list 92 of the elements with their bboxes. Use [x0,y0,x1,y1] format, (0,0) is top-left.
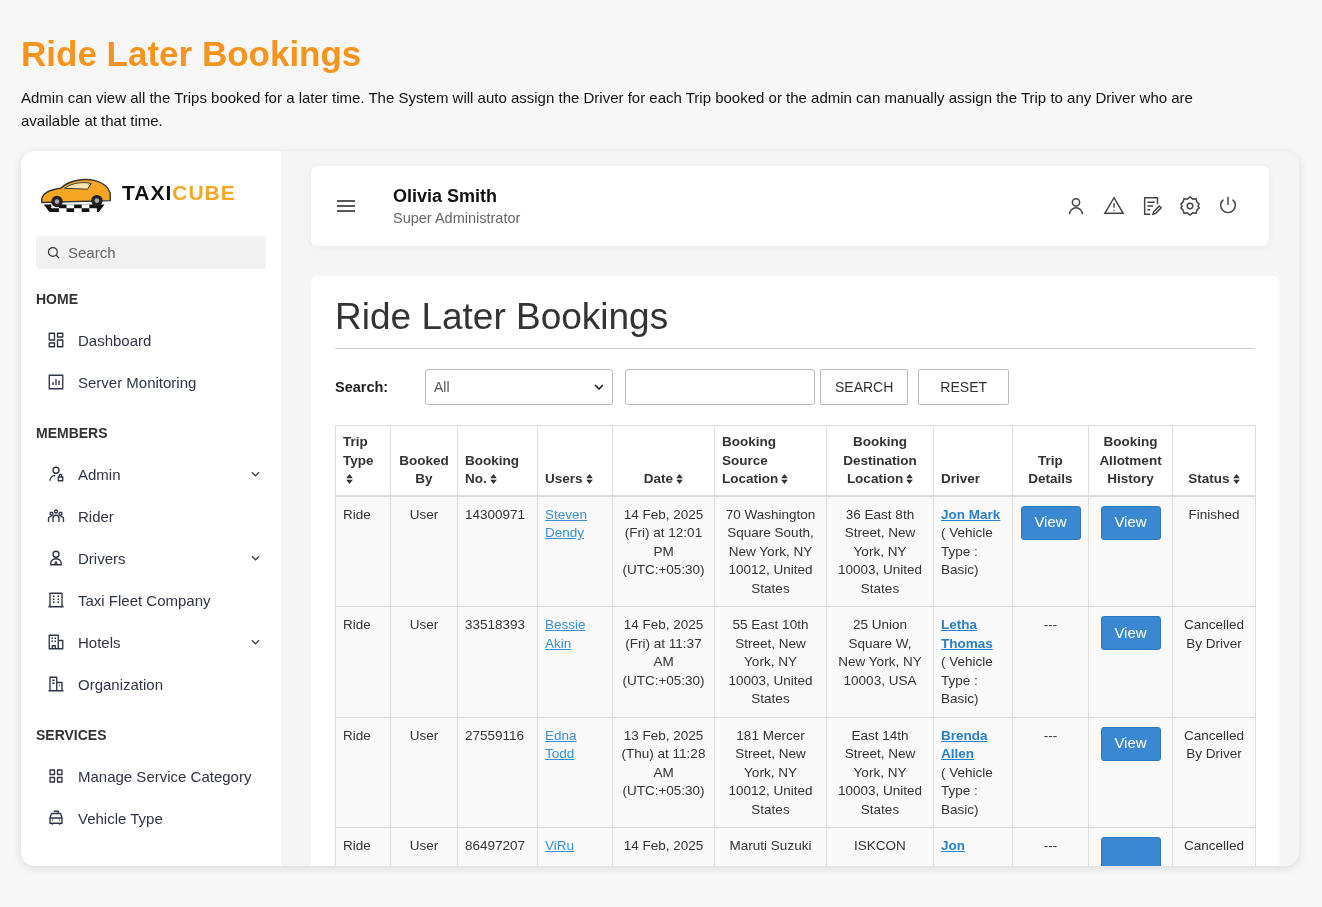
menu-item-icon [47,465,65,483]
section-heading: HOME [36,291,79,307]
nav-item[interactable]: Taxi Fleet Company [36,579,266,621]
table-cell: --- [1043,617,1058,632]
menu-item-icon [47,331,65,349]
user-name: Olivia Smith [393,186,499,207]
view-button[interactable]: View [1100,616,1161,650]
menu-item-icon [47,591,65,609]
table-cell: 181 Mercer Street, New York, NY 10012, United States [728,727,813,817]
menu-item-icon [47,675,65,693]
filter-button[interactable]: SEARCH [820,369,909,405]
menu-item-icon [47,633,65,651]
table-cell: ISKCON [854,838,906,853]
nav-item[interactable]: Dashboard [36,319,266,361]
sort-icon [346,474,353,484]
table-cell: 14 Feb, 2025 (Fri) at 11:37 AM (UTC:+05:30) [622,617,705,688]
table-cell: Ride [343,838,371,853]
table-cell: 13 Feb, 2025 (Thu) at 11:28 AM (UTC:+05:30) [621,727,706,798]
table-cell: Maruti Suzuki [729,838,812,853]
menu-item-icon [47,373,65,391]
status-text: Finished [1188,506,1240,522]
nav-item[interactable]: Admin [36,453,266,495]
driver-link[interactable]: Brenda Allen [941,726,1005,764]
view-button[interactable]: View [1020,505,1081,540]
filter-button[interactable]: RESET [918,369,1010,405]
table-cell: 25 Union Square W, New York, NY 10003, USA [838,617,922,688]
view-button[interactable]: View [1100,726,1161,761]
chevron-down-icon [251,555,260,561]
vehicle-type: ( Vehicle Type : Basic) [941,653,994,708]
content-title: Ride Later Bookings [335,296,1255,349]
table-cell: User [409,727,439,743]
table-cell: 55 East 10th Street, New York, NY 10003, United States [728,617,813,706]
page-description: Admin can view all the Trips booked for a later time. The System will auto assign the Driver for each Trip booked or the admin can manually assign the Trip to any Driver who are available at that time. [21,88,1194,131]
status-text: Cancelled [1183,838,1244,853]
search-input-field[interactable] [625,369,815,405]
driver-link[interactable]: Letha Thomas [941,616,1005,653]
nav-item[interactable]: Vehicle Type [36,797,266,839]
filter-select[interactable]: All [425,369,613,405]
menu-icon[interactable] [337,200,355,212]
sort-icon [585,474,593,484]
table-cell: User [409,617,439,632]
table-cell: East 14th Street, New York, NY 10003, United States [837,727,923,817]
table-cell: Ride [343,617,371,632]
vehicle-type: ( Vehicle Type : Basic) [941,763,994,819]
vehicle-type: ( Vehicle Type : Basic) [941,524,994,579]
driver-link[interactable]: Jon Mark [941,505,1005,524]
table-cell: --- [1043,838,1058,853]
menu-item-icon [47,549,65,567]
sort-icon [781,474,789,484]
taxi-icon [47,809,65,827]
table-cell: 14 Feb, 2025 (Fri) at 12:01 PM (UTC:+05:30) [622,506,705,577]
search-icon [46,245,61,260]
table-cell: Ride [343,727,371,743]
menu-item-icon [47,507,65,525]
settings-icon[interactable] [1179,195,1201,217]
table-cell: 86497207 [465,838,526,853]
section-heading: SERVICES [36,727,108,743]
sidebar-search-field[interactable]: Search [36,236,266,269]
sort-icon [676,474,684,484]
chevron-down-icon [251,471,260,477]
brand-name: TAXICUBE [122,181,236,205]
status-text: Cancelled By Driver [1183,617,1244,651]
edit-icon[interactable] [1141,195,1163,217]
status-text: Cancelled By Driver [1183,727,1244,761]
section-heading: MEMBERS [36,425,109,441]
table-cell: Ride [343,506,371,522]
table-cell: --- [1043,727,1058,743]
chevron-down-icon [594,384,604,390]
table-cell: User [409,838,439,853]
sort-icon [1232,474,1240,484]
table-cell: 27559116 [465,727,525,743]
sort-icon [489,474,497,484]
table-cell: 33518393 [465,617,526,632]
filter-label: Search: [335,379,390,395]
user-role: Super Administrator [393,210,522,226]
nav-item[interactable]: Server Monitoring [36,361,266,403]
warning-icon[interactable] [1103,195,1125,217]
table-cell: User [409,506,439,522]
nav-item[interactable]: Rider [36,495,266,537]
nav-item[interactable]: Manage Service Category [36,755,266,797]
nav-item[interactable]: Drivers [36,537,266,579]
menu-item-icon [47,767,65,785]
page-title: Ride Later Bookings [21,33,363,75]
table-cell: 14 Feb, 2025 [623,838,704,853]
table-cell: 70 Washington Square South, New York, NY 10012, United States [725,506,816,596]
chevron-down-icon [251,639,260,645]
nav-item[interactable]: Hotels [36,621,266,663]
sort-icon [906,474,914,484]
table-cell: 14300971 [465,506,526,522]
nav-item[interactable]: Organization [36,663,266,705]
view-button[interactable]: View [1100,505,1161,540]
table-cell: 36 East 8th Street, New York, NY 10003, United States [837,506,923,596]
